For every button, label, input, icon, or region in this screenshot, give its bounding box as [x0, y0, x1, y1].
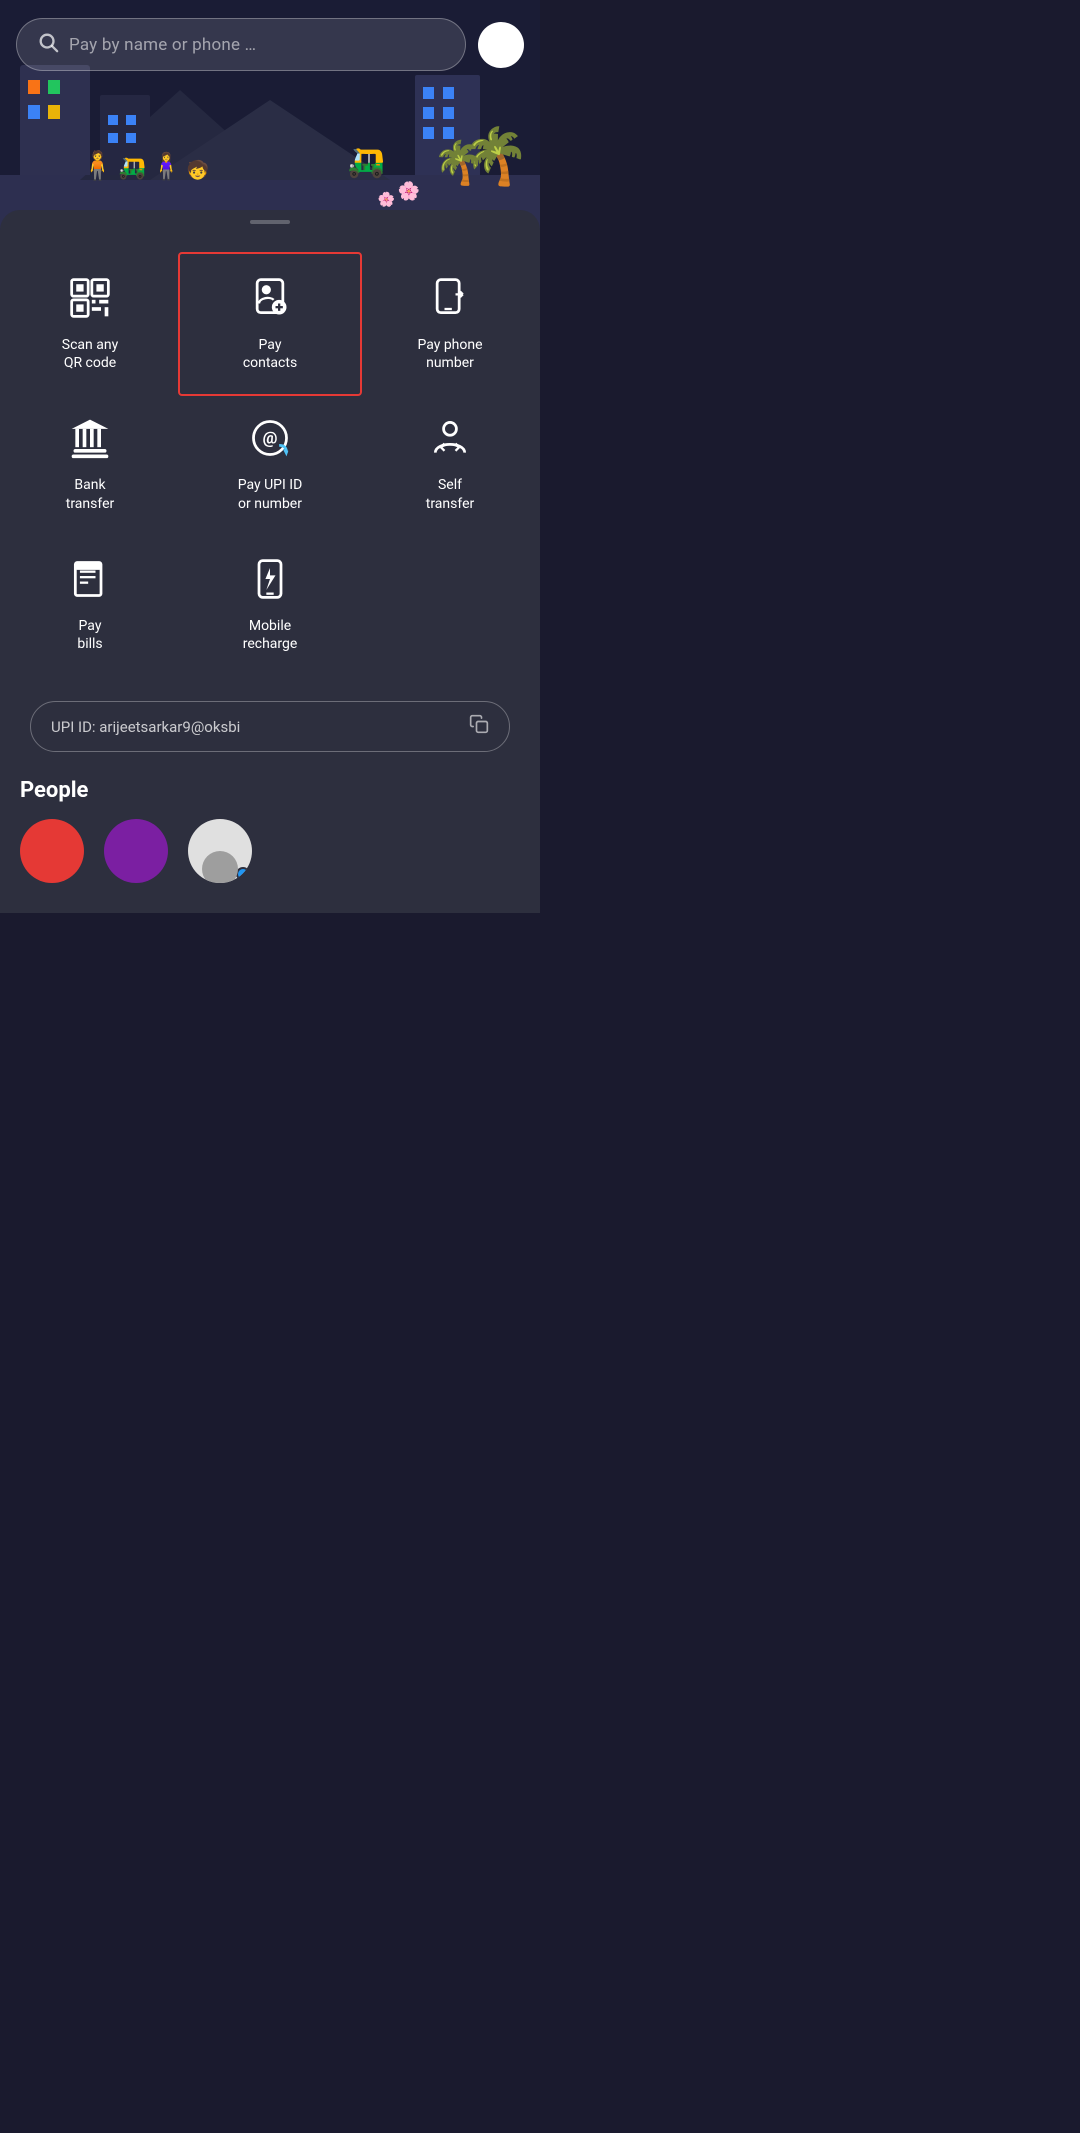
person-avatar-3[interactable] — [188, 819, 252, 883]
search-bar[interactable]: Pay by name or phone … — [16, 18, 466, 71]
action-pay-bills[interactable]: Paybills — [0, 535, 180, 675]
action-pay-phone[interactable]: Pay phonenumber — [360, 254, 540, 394]
people-title: People — [20, 778, 520, 803]
decoration: 🌸 — [398, 181, 420, 202]
person-avatar-2[interactable] — [104, 819, 168, 883]
action-grid: Scan anyQR code Paycontacts — [0, 244, 540, 685]
recharge-icon — [244, 553, 296, 605]
pay-bills-label: Paybills — [77, 617, 102, 653]
auto-rickshaw: 🛺 — [348, 145, 385, 180]
search-icon — [37, 31, 59, 58]
people-section: People — [0, 762, 540, 893]
self-transfer-label: Selftransfer — [426, 476, 475, 512]
action-mobile-recharge[interactable]: Mobilerecharge — [180, 535, 360, 675]
sheet-handle — [250, 220, 290, 224]
pay-upi-label: Pay UPI IDor number — [238, 476, 303, 512]
user-avatar[interactable] — [478, 22, 524, 68]
action-bank-transfer[interactable]: Banktransfer — [0, 394, 180, 534]
decoration-2: 🌸 — [378, 192, 395, 208]
mobile-recharge-label: Mobilerecharge — [243, 617, 298, 653]
pay-phone-label: Pay phonenumber — [417, 336, 482, 372]
search-placeholder: Pay by name or phone … — [69, 35, 256, 55]
people-avatars — [20, 819, 520, 883]
illustration-people: 🧍 🛺 🧍‍♀️ 🧒 — [80, 152, 209, 180]
pay-contacts-label: Paycontacts — [243, 336, 297, 372]
action-self-transfer[interactable]: Selftransfer — [360, 394, 540, 534]
svg-text:@: @ — [263, 430, 278, 449]
action-scan-qr[interactable]: Scan anyQR code — [0, 254, 180, 394]
action-pay-contacts[interactable]: Paycontacts — [178, 252, 362, 396]
scan-qr-label: Scan anyQR code — [62, 336, 118, 372]
header: Pay by name or phone … — [0, 0, 540, 89]
action-pay-upi[interactable]: @ Pay UPI IDor number — [180, 394, 360, 534]
person-avatar-1[interactable] — [20, 819, 84, 883]
phone-pay-icon — [424, 272, 476, 324]
upi-icon: @ — [244, 412, 296, 464]
upi-id-text: UPI ID: arijeetsarkar9@oksbi — [51, 718, 240, 736]
contacts-icon — [244, 272, 296, 324]
bottom-sheet: Scan anyQR code Paycontacts — [0, 210, 540, 913]
upi-id-bar[interactable]: UPI ID: arijeetsarkar9@oksbi — [30, 701, 510, 752]
palm-tree-2: 🌴 — [433, 143, 485, 185]
blue-dot-badge — [236, 867, 250, 881]
bank-transfer-label: Banktransfer — [66, 476, 115, 512]
qr-icon — [64, 272, 116, 324]
copy-icon[interactable] — [469, 714, 489, 739]
bank-icon — [64, 412, 116, 464]
bills-icon — [64, 553, 116, 605]
self-transfer-icon — [424, 412, 476, 464]
